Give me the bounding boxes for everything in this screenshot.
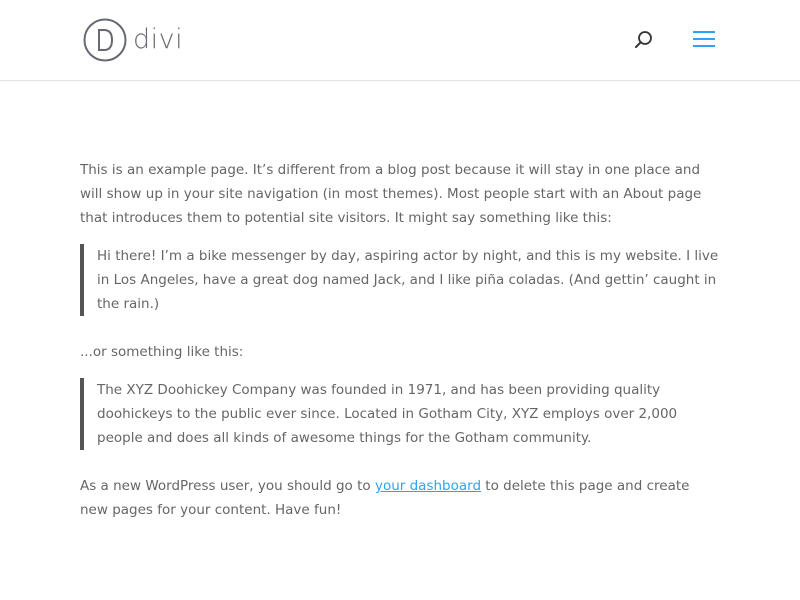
blockquote-bike-messenger: Hi there! I’m a bike messenger by day, a… <box>80 244 720 316</box>
hamburger-menu-icon <box>693 31 715 47</box>
blockquote-company: The XYZ Doohickey Company was founded in… <box>80 378 720 450</box>
site-logo[interactable]: divi <box>83 17 183 63</box>
dashboard-link[interactable]: your dashboard <box>375 478 481 494</box>
search-button[interactable] <box>633 29 655 51</box>
logo-text: divi <box>133 24 184 55</box>
closing-paragraph: As a new WordPress user, you should go t… <box>80 474 720 522</box>
site-header: divi <box>0 0 800 81</box>
transition-paragraph: ...or something like this: <box>80 344 244 360</box>
quote-text: The XYZ Doohickey Company was founded in… <box>97 382 678 446</box>
divi-d-logo-icon <box>83 18 127 62</box>
closing-text-before: As a new WordPress user, you should go t… <box>80 478 375 494</box>
page-content: This is an example page. It’s different … <box>80 158 720 522</box>
search-icon <box>635 31 652 48</box>
quote-text: Hi there! I’m a bike messenger by day, a… <box>97 248 719 312</box>
mobile-menu-button[interactable] <box>692 28 716 50</box>
intro-paragraph: This is an example page. It’s different … <box>80 162 702 226</box>
